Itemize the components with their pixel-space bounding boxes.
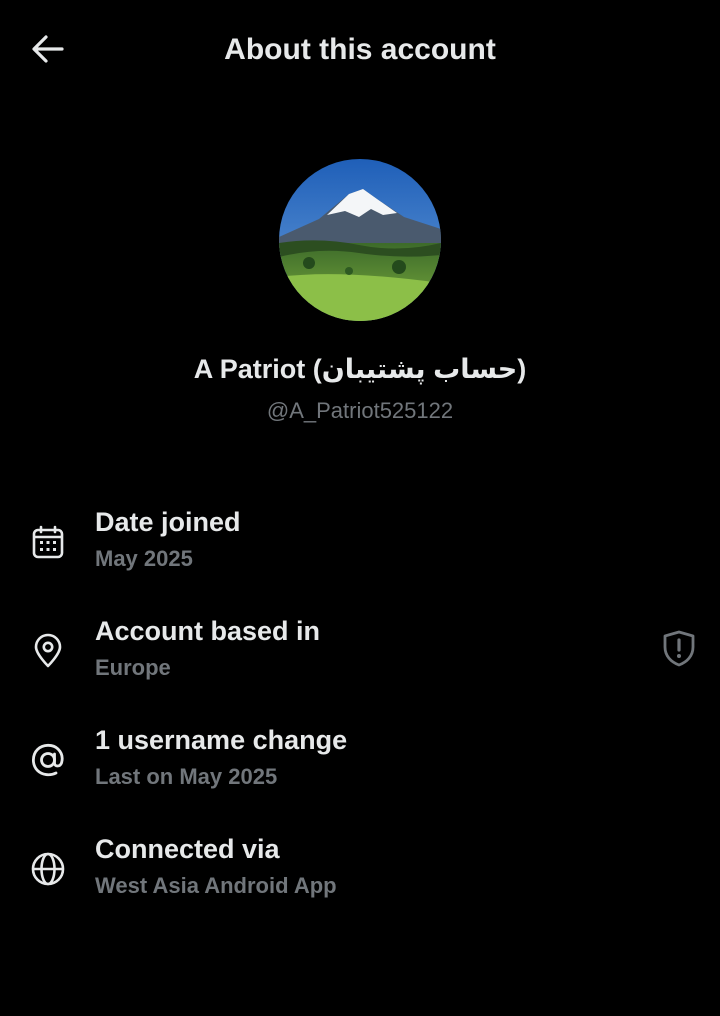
connected-via-row: Connected via West Asia Android App	[0, 831, 720, 911]
location-pin-icon	[28, 631, 68, 671]
at-sign-icon	[28, 740, 68, 780]
username-change-row: 1 username change Last on May 2025	[0, 722, 720, 802]
header: About this account	[0, 0, 720, 100]
date-joined-label: Date joined	[95, 507, 241, 537]
account-based-in-label: Account based in	[95, 616, 321, 646]
shield-alert-icon[interactable]	[658, 627, 700, 669]
date-joined-value: May 2025	[95, 546, 193, 571]
connected-via-value: West Asia Android App	[95, 873, 337, 898]
username-change-label: 1 username change	[95, 725, 348, 755]
page-title: About this account	[224, 33, 496, 66]
account-based-in-row: Account based in Europe	[0, 613, 720, 693]
avatar[interactable]	[279, 159, 441, 321]
globe-icon	[28, 849, 68, 889]
date-joined-row: Date joined May 2025	[0, 504, 720, 584]
calendar-icon	[28, 522, 68, 562]
username-handle: @A_Patriot525122	[266, 398, 454, 423]
display-name: A Patriot (حساب پشتیبان)	[193, 354, 527, 384]
connected-via-label: Connected via	[95, 834, 280, 864]
username-change-value: Last on May 2025	[95, 764, 278, 789]
account-based-in-value: Europe	[95, 655, 171, 680]
